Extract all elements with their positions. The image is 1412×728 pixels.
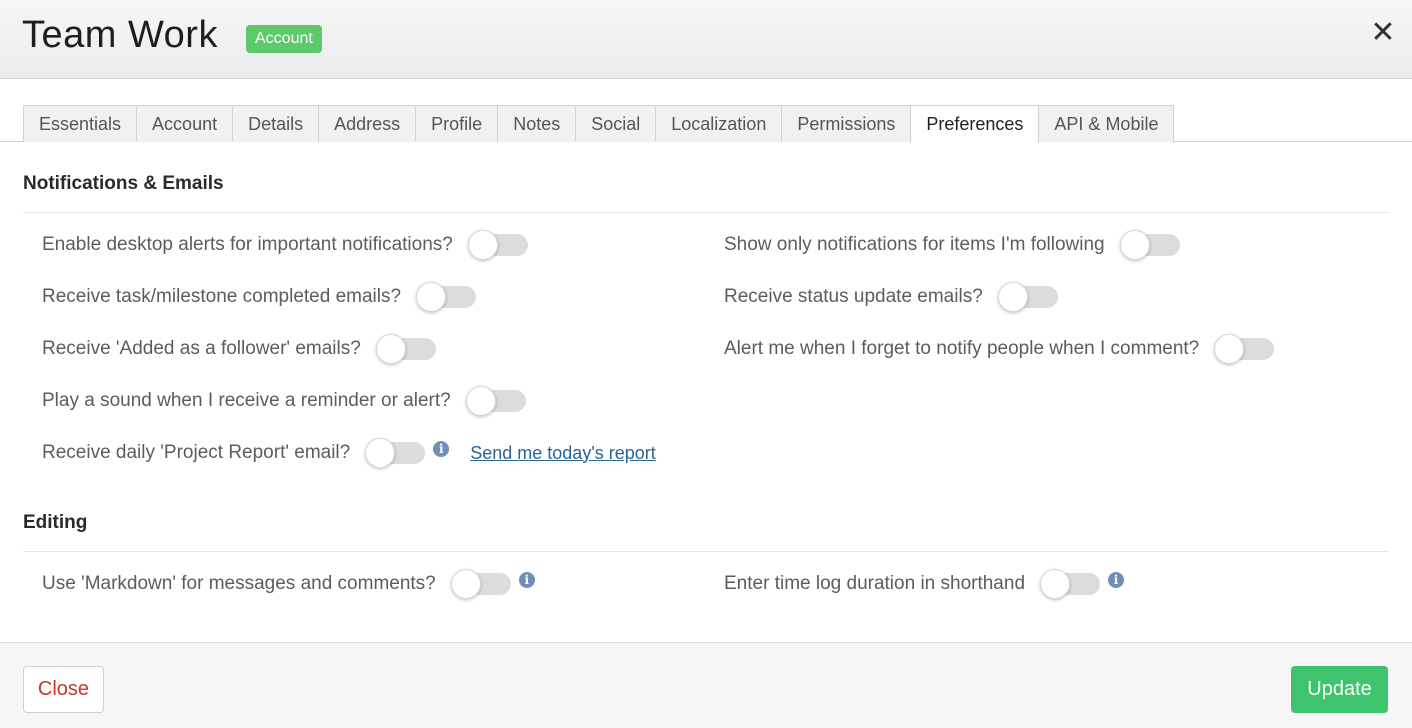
setting-label: Enter time log duration in shorthand <box>724 573 1026 594</box>
markdown-toggle[interactable] <box>450 569 511 599</box>
tab-api-mobile[interactable]: API & Mobile <box>1038 105 1175 142</box>
close-icon[interactable]: ✕ <box>1370 18 1396 48</box>
modal-header: Team Work Account ✕ <box>0 0 1412 79</box>
setting-label: Receive task/milestone completed emails? <box>42 286 402 307</box>
setting-row: Enter time log duration in shorthand i <box>724 569 1125 599</box>
forget-notify-toggle[interactable] <box>1214 334 1275 364</box>
setting-row: Alert me when I forget to notify people … <box>724 334 1275 364</box>
play-sound-toggle[interactable] <box>465 386 526 416</box>
setting-row: Show only notifications for items I'm fo… <box>724 230 1180 260</box>
setting-row: Play a sound when I receive a reminder o… <box>42 386 526 416</box>
setting-row: Receive status update emails? <box>724 282 1058 312</box>
tab-bar: Essentials Account Details Address Profi… <box>0 105 1412 143</box>
setting-label: Receive 'Added as a follower' emails? <box>42 338 361 359</box>
project-report-toggle[interactable] <box>365 438 426 468</box>
setting-row: Enable desktop alerts for important noti… <box>42 230 528 260</box>
status-update-emails-toggle[interactable] <box>997 282 1058 312</box>
following-only-toggle[interactable] <box>1119 230 1180 260</box>
section-title-editing: Editing <box>23 512 88 533</box>
desktop-alerts-toggle[interactable] <box>467 230 528 260</box>
tab-address[interactable]: Address <box>318 105 417 142</box>
setting-label: Receive daily 'Project Report' email? <box>42 442 351 463</box>
tab-notes[interactable]: Notes <box>497 105 577 142</box>
close-button[interactable]: Close <box>23 666 104 713</box>
modal-footer: Close Update <box>0 642 1412 728</box>
update-button[interactable]: Update <box>1291 666 1388 713</box>
account-badge: Account <box>246 25 322 53</box>
setting-label: Show only notifications for items I'm fo… <box>724 234 1105 255</box>
section-divider <box>23 551 1389 552</box>
setting-label: Play a sound when I receive a reminder o… <box>42 390 451 411</box>
task-completed-emails-toggle[interactable] <box>416 282 477 312</box>
follower-emails-toggle[interactable] <box>375 334 436 364</box>
setting-row: Use 'Markdown' for messages and comments… <box>42 569 535 599</box>
info-icon[interactable]: i <box>518 572 535 588</box>
send-report-link[interactable]: Send me today's report <box>470 443 656 464</box>
info-icon[interactable]: i <box>433 441 450 457</box>
setting-label: Enable desktop alerts for important noti… <box>42 234 453 255</box>
setting-row: Receive daily 'Project Report' email? i … <box>42 438 656 468</box>
tab-preferences[interactable]: Preferences <box>910 105 1040 143</box>
setting-label: Receive status update emails? <box>724 286 983 307</box>
tab-social[interactable]: Social <box>575 105 657 142</box>
tab-account[interactable]: Account <box>136 105 234 142</box>
setting-row: Receive task/milestone completed emails? <box>42 282 477 312</box>
setting-label: Alert me when I forget to notify people … <box>724 338 1200 359</box>
tab-essentials[interactable]: Essentials <box>23 105 138 142</box>
section-divider <box>23 212 1389 213</box>
tab-localization[interactable]: Localization <box>655 105 783 142</box>
page-title: Team Work <box>22 14 218 56</box>
info-icon[interactable]: i <box>1108 572 1125 588</box>
tab-profile[interactable]: Profile <box>415 105 499 142</box>
time-shorthand-toggle[interactable] <box>1040 569 1101 599</box>
section-title-notifications: Notifications & Emails <box>23 173 224 194</box>
setting-label: Use 'Markdown' for messages and comments… <box>42 573 436 594</box>
tab-details[interactable]: Details <box>232 105 320 142</box>
tab-permissions[interactable]: Permissions <box>781 105 912 142</box>
setting-row: Receive 'Added as a follower' emails? <box>42 334 436 364</box>
tab-list: Essentials Account Details Address Profi… <box>23 105 1175 143</box>
